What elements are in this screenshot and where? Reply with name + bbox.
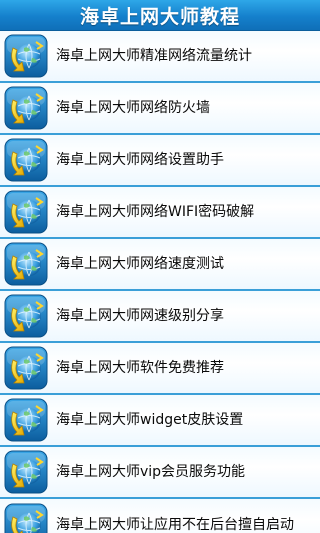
list-item-label: 海卓上网大师软件免费推荐	[56, 359, 224, 376]
globe-refresh-icon	[4, 138, 48, 182]
globe-refresh-icon	[4, 242, 48, 286]
list-item-label: 海卓上网大师网络速度测试	[56, 255, 224, 272]
list-item-label: 海卓上网大师vip会员服务功能	[56, 463, 246, 480]
globe-refresh-icon	[4, 450, 48, 494]
list-item[interactable]: 海卓上网大师网络设置助手	[0, 135, 320, 187]
list-item-label: 海卓上网大师让应用不在后台擅自启动	[56, 516, 294, 533]
globe-refresh-icon	[4, 34, 48, 78]
list-item[interactable]: 海卓上网大师网络WIFI密码破解	[0, 187, 320, 239]
list-item[interactable]: 海卓上网大师vip会员服务功能	[0, 447, 320, 499]
list-item-label: 海卓上网大师网络WIFI密码破解	[56, 203, 255, 220]
title-bar: 海卓上网大师教程	[0, 0, 320, 31]
globe-refresh-icon	[4, 294, 48, 338]
list-item-label: 海卓上网大师网络设置助手	[56, 151, 224, 168]
globe-refresh-icon	[4, 398, 48, 442]
globe-refresh-icon	[4, 190, 48, 234]
globe-refresh-icon	[4, 86, 48, 130]
tutorial-list: 海卓上网大师精准网络流量统计 海卓上网大师网络防火墙 海卓上网大师网络设置助手 …	[0, 31, 320, 533]
page-title: 海卓上网大师教程	[79, 5, 240, 28]
list-item[interactable]: 海卓上网大师widget皮肤设置	[0, 395, 320, 447]
list-item[interactable]: 海卓上网大师让应用不在后台擅自启动	[0, 499, 320, 533]
list-item-label: 海卓上网大师网速级别分享	[56, 307, 224, 324]
list-item-label: 海卓上网大师widget皮肤设置	[56, 411, 244, 428]
list-item[interactable]: 海卓上网大师软件免费推荐	[0, 343, 320, 395]
globe-refresh-icon	[4, 346, 48, 390]
globe-refresh-icon	[4, 503, 48, 533]
list-item[interactable]: 海卓上网大师网速级别分享	[0, 291, 320, 343]
list-item[interactable]: 海卓上网大师网络防火墙	[0, 83, 320, 135]
list-item-label: 海卓上网大师网络防火墙	[56, 99, 210, 116]
list-item[interactable]: 海卓上网大师网络速度测试	[0, 239, 320, 291]
list-item-label: 海卓上网大师精准网络流量统计	[56, 47, 252, 64]
list-item[interactable]: 海卓上网大师精准网络流量统计	[0, 31, 320, 83]
app-screen: 海卓上网大师教程 海卓上网大师精准网络流量统计 海卓上网大师网络防火墙 海卓上网…	[0, 0, 320, 533]
